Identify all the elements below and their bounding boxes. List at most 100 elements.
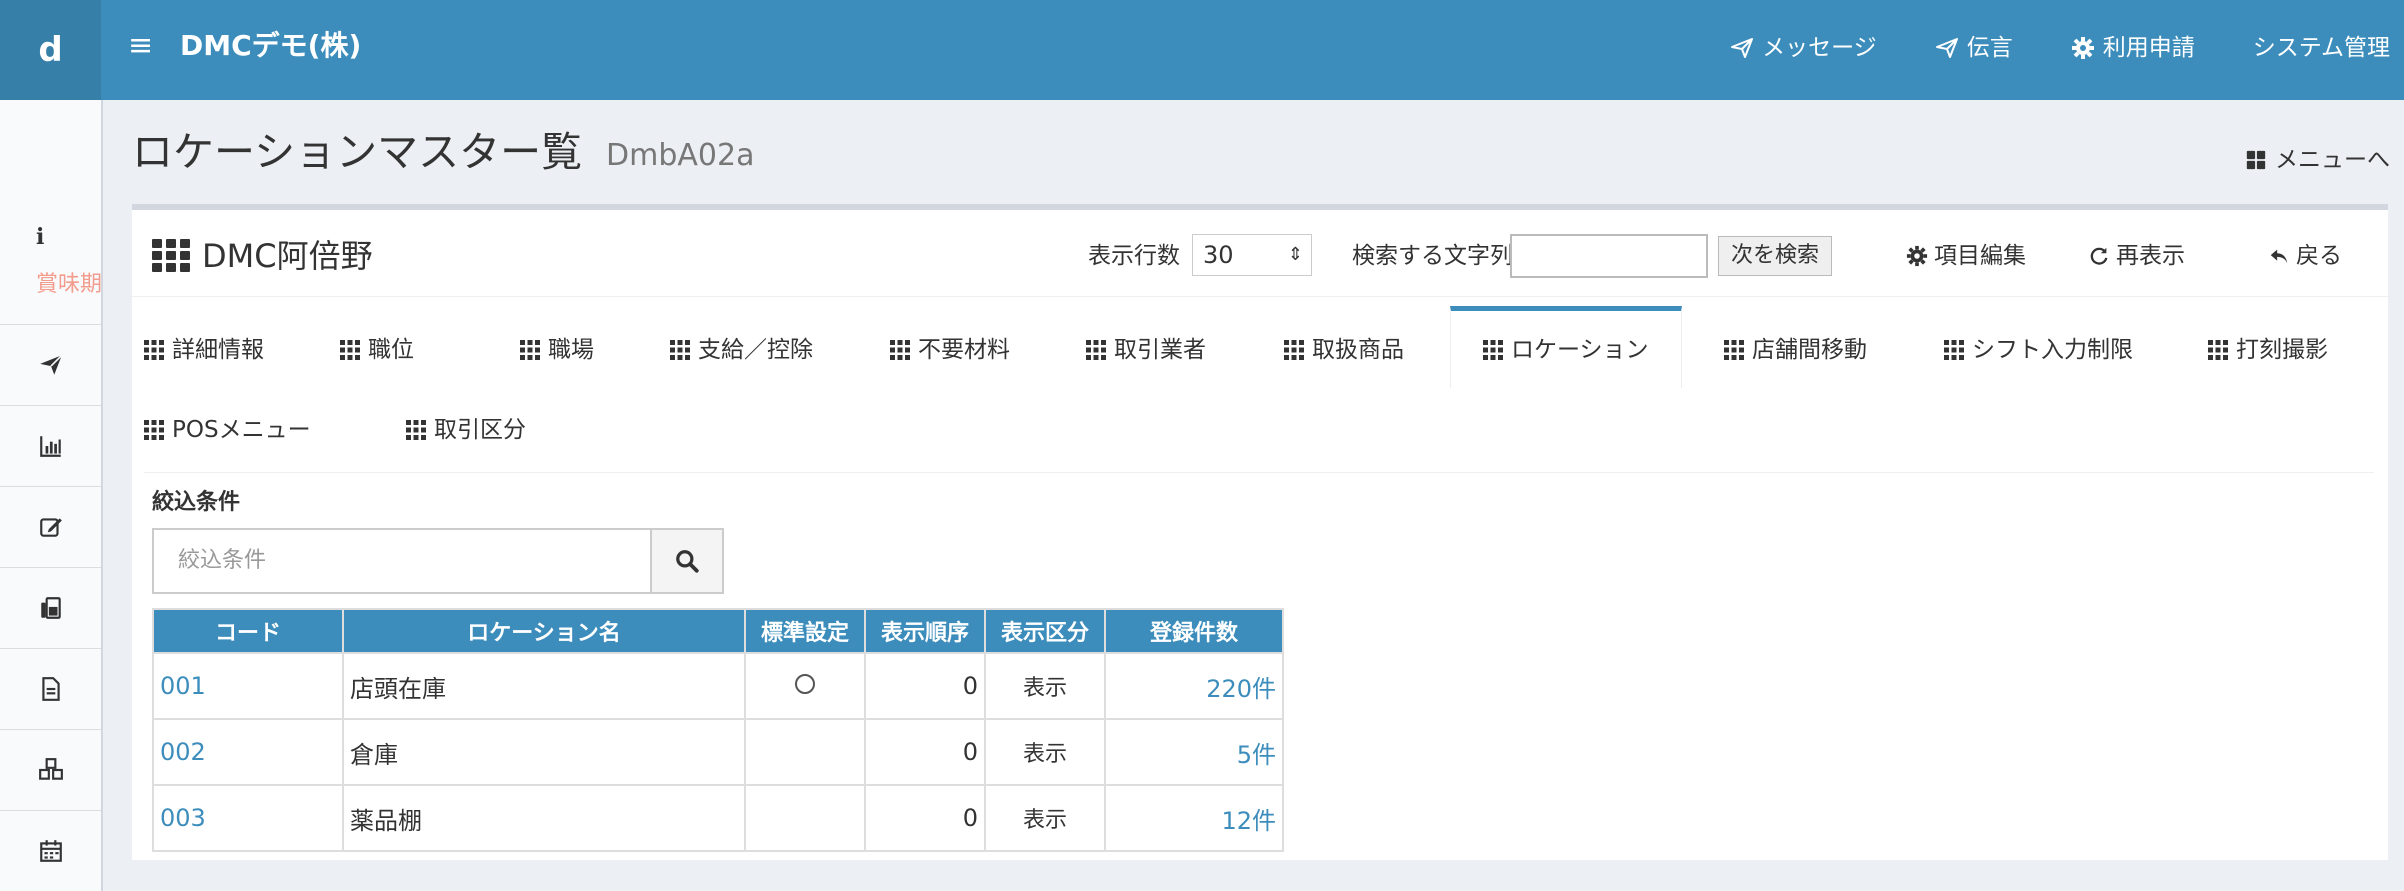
edit-items-button[interactable]: 項目編集 xyxy=(1906,234,2026,278)
sidebar: i 賞味期 xyxy=(0,100,103,891)
top-navbar: d ≡ DMCデモ(株) メッセージ 伝言 利用申請 システム管理 xyxy=(0,0,2404,100)
tab-location[interactable]: ロケーション xyxy=(1450,306,1682,388)
grid-icon xyxy=(1086,340,1106,360)
top-nav: メッセージ 伝言 利用申請 システム管理 xyxy=(1730,30,2390,66)
nav-memo[interactable]: 伝言 xyxy=(1935,30,2013,66)
nav-usage-request-label: 利用申請 xyxy=(2102,35,2195,61)
search-icon xyxy=(676,550,699,573)
rows-label: 表示行数 xyxy=(1088,243,1180,269)
nav-system-admin[interactable]: システム管理 xyxy=(2253,30,2390,66)
sidebar-info[interactable]: i 賞味期 xyxy=(0,100,101,300)
display-order: 0 xyxy=(864,652,986,720)
next-search-button[interactable]: 次を検索 xyxy=(1718,236,1833,276)
column-header[interactable]: 表示区分 xyxy=(984,608,1106,654)
paper-plane-icon xyxy=(1935,38,1958,58)
tab-position[interactable]: 職位 xyxy=(340,314,414,386)
cubes-icon xyxy=(38,758,63,780)
hamburger-menu-icon[interactable]: ≡ xyxy=(128,28,153,64)
sidebar-item-document[interactable] xyxy=(0,648,101,729)
standard-cell xyxy=(744,718,866,786)
standard-cell xyxy=(744,784,866,852)
location-name: 店頭在庫 xyxy=(342,652,746,720)
tab-label: 職位 xyxy=(368,337,414,363)
gear-icon xyxy=(1906,245,1928,267)
sidebar-item-send[interactable] xyxy=(0,324,101,405)
filter-input[interactable]: 絞込条件 xyxy=(152,528,652,594)
code-link[interactable]: 002 xyxy=(152,718,344,786)
tab-label: 不要材料 xyxy=(918,337,1010,363)
tab-clock-photo[interactable]: 打刻撮影 xyxy=(2208,314,2328,386)
dashboard-icon xyxy=(2246,150,2266,170)
table-row: 001 店頭在庫 0 表示 220件 xyxy=(152,652,1284,720)
grid-icon xyxy=(520,340,540,360)
table-header-row: コード ロケーション名 標準設定 表示順序 表示区分 登録件数 xyxy=(152,608,1284,654)
store-name: DMC阿倍野 xyxy=(202,237,373,275)
search-label: 検索する文字列 xyxy=(1352,243,1513,269)
tab-workplace[interactable]: 職場 xyxy=(520,314,594,386)
grid-icon xyxy=(152,239,190,272)
grid-icon xyxy=(1724,340,1744,360)
grid-icon xyxy=(144,420,164,440)
grid-icon xyxy=(2208,340,2228,360)
refresh-icon xyxy=(2090,247,2108,265)
column-header[interactable]: 登録件数 xyxy=(1104,608,1284,654)
tab-payment-deduction[interactable]: 支給／控除 xyxy=(670,314,813,386)
count-link[interactable]: 5件 xyxy=(1104,718,1284,786)
page-subtitle: DmbA02a xyxy=(606,138,755,173)
tab-store-transfer[interactable]: 店舗間移動 xyxy=(1724,314,1867,386)
app-logo[interactable]: d xyxy=(0,0,101,100)
search-input[interactable] xyxy=(1510,234,1708,278)
nav-messages[interactable]: メッセージ xyxy=(1730,30,1877,66)
tab-transaction-type[interactable]: 取引区分 xyxy=(406,394,526,466)
box-title: DMC阿倍野 xyxy=(152,236,373,276)
table-row: 002 倉庫 0 表示 5件 xyxy=(152,718,1284,786)
rows-value: 30 xyxy=(1203,241,1234,269)
expiry-label: 賞味期 xyxy=(36,272,101,297)
column-header[interactable]: ロケーション名 xyxy=(342,608,746,654)
gear-icon xyxy=(2071,37,2094,59)
info-icon: i xyxy=(36,224,45,250)
tab-products[interactable]: 取扱商品 xyxy=(1284,314,1404,386)
tab-unused-materials[interactable]: 不要材料 xyxy=(890,314,1010,386)
grid-icon xyxy=(670,340,690,360)
back-button[interactable]: 戻る xyxy=(2268,234,2342,278)
sidebar-item-cubes[interactable] xyxy=(0,729,101,810)
tab-pos-menu[interactable]: POSメニュー xyxy=(144,394,311,466)
sidebar-item-edit[interactable] xyxy=(0,486,101,567)
column-header[interactable]: 標準設定 xyxy=(744,608,866,654)
page-title: ロケーションマスター覧 xyxy=(132,128,583,176)
display-order: 0 xyxy=(864,718,986,786)
code-link[interactable]: 001 xyxy=(152,652,344,720)
tab-shift-limit[interactable]: シフト入力制限 xyxy=(1944,314,2133,386)
tab-bar: 詳細情報 職位 職場 支給／控除 不要材料 取引業者 取扱商品 ロケーション 店… xyxy=(144,306,2374,473)
refresh-button[interactable]: 再表示 xyxy=(2088,234,2185,278)
rows-select[interactable]: 30 ⇕ xyxy=(1192,234,1312,276)
tab-label: 店舗間移動 xyxy=(1752,337,1867,363)
column-header[interactable]: コード xyxy=(152,608,344,654)
box-header: DMC阿倍野 表示行数 30 ⇕ 検索する文字列 次を検索 項目編集 再表示 戻… xyxy=(132,210,2388,297)
column-header[interactable]: 表示順序 xyxy=(864,608,986,654)
tab-label: シフト入力制限 xyxy=(1972,337,2133,363)
display-division: 表示 xyxy=(984,784,1106,852)
paper-plane-icon xyxy=(1731,38,1754,58)
tab-suppliers[interactable]: 取引業者 xyxy=(1086,314,1206,386)
sidebar-item-fax[interactable] xyxy=(0,567,101,648)
tab-details[interactable]: 詳細情報 xyxy=(144,314,264,386)
sidebar-item-chart[interactable] xyxy=(0,405,101,486)
filter-label: 絞込条件 xyxy=(152,490,241,515)
menu-link-label: メニューへ xyxy=(2275,147,2390,173)
menu-link[interactable]: メニューへ xyxy=(2245,143,2390,177)
count-link[interactable]: 12件 xyxy=(1104,784,1284,852)
count-link[interactable]: 220件 xyxy=(1104,652,1284,720)
location-table: コード ロケーション名 標準設定 表示順序 表示区分 登録件数 001 店頭在庫… xyxy=(152,608,1284,852)
location-name: 倉庫 xyxy=(342,718,746,786)
code-link[interactable]: 003 xyxy=(152,784,344,852)
sidebar-item-calendar[interactable] xyxy=(0,810,101,891)
fax-icon xyxy=(40,597,61,619)
location-name: 薬品棚 xyxy=(342,784,746,852)
refresh-label: 再表示 xyxy=(2116,243,2185,269)
nav-messages-label: メッセージ xyxy=(1762,35,1877,61)
filter-search-button[interactable] xyxy=(652,528,724,594)
table-row: 003 薬品棚 0 表示 12件 xyxy=(152,784,1284,852)
nav-usage-request[interactable]: 利用申請 xyxy=(2071,30,2195,66)
